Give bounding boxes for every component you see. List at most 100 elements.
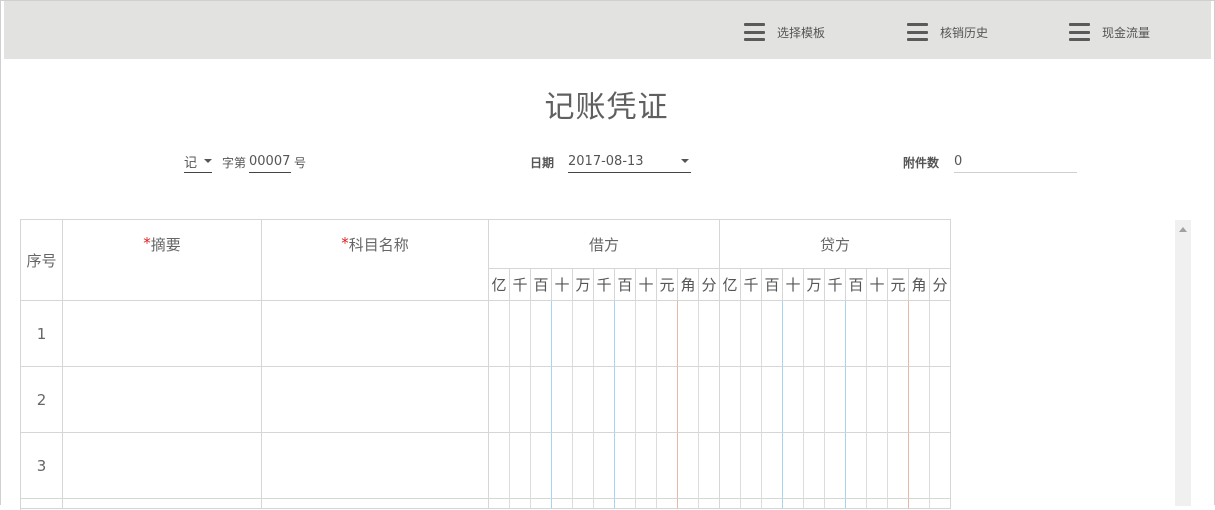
debit-amount-digit-cell[interactable] [615,367,636,433]
subject-cell[interactable] [262,301,489,367]
credit-amount-digit-cell[interactable] [720,367,741,433]
debit-amount-digit-cell[interactable] [531,433,552,499]
credit-amount-digit-cell[interactable] [804,367,825,433]
debit-amount-digit-cell[interactable] [699,301,720,367]
credit-amount-digit-cell[interactable] [888,433,909,499]
debit-amount-digit-cell[interactable] [594,433,615,499]
debit-amount-digit-cell[interactable] [510,301,531,367]
debit-amount-digit-cell[interactable] [699,499,720,509]
credit-amount-digit-cell[interactable] [846,301,867,367]
debit-amount-digit-cell[interactable] [636,433,657,499]
credit-amount-digit-cell[interactable] [783,499,804,509]
debit-amount-digit-cell[interactable] [699,367,720,433]
debit-amount-digit-cell[interactable] [531,301,552,367]
voucher-word-select[interactable]: 记 [184,152,213,173]
credit-amount-digit-cell[interactable] [930,433,951,499]
debit-amount-digit-cell[interactable] [657,499,678,509]
credit-amount-digit-cell[interactable] [762,301,783,367]
cash-flow-button[interactable]: 现金流量 [1069,21,1150,43]
credit-amount-digit-cell[interactable] [804,499,825,509]
credit-amount-digit-cell[interactable] [846,499,867,509]
subject-cell[interactable] [262,367,489,433]
select-template-button[interactable]: 选择模板 [744,21,825,43]
debit-amount-digit-cell[interactable] [678,433,699,499]
credit-amount-digit-cell[interactable] [846,367,867,433]
writeoff-history-button[interactable]: 核销历史 [907,21,988,43]
summary-cell[interactable] [63,433,262,499]
debit-amount-digit-cell[interactable] [594,499,615,509]
debit-amount-digit-cell[interactable] [510,367,531,433]
debit-amount-digit-cell[interactable] [699,433,720,499]
subject-cell[interactable] [262,433,489,499]
attachments-input[interactable]: 0 [954,152,1078,173]
credit-amount-digit-cell[interactable] [783,433,804,499]
debit-amount-digit-cell[interactable] [552,433,573,499]
debit-amount-digit-cell[interactable] [531,367,552,433]
credit-amount-digit-cell[interactable] [930,301,951,367]
debit-amount-digit-cell[interactable] [678,499,699,509]
summary-cell[interactable] [63,367,262,433]
credit-amount-digit-cell[interactable] [783,301,804,367]
credit-amount-digit-cell[interactable] [909,433,930,499]
debit-amount-digit-cell[interactable] [510,499,531,509]
debit-amount-digit-cell[interactable] [678,301,699,367]
summary-cell[interactable] [63,499,262,509]
credit-amount-digit-cell[interactable] [762,433,783,499]
debit-amount-digit-cell[interactable] [573,367,594,433]
scroll-up-icon[interactable] [1179,227,1187,232]
debit-amount-digit-cell[interactable] [552,499,573,509]
credit-amount-digit-cell[interactable] [720,499,741,509]
debit-amount-digit-cell[interactable] [678,367,699,433]
credit-amount-digit-cell[interactable] [804,433,825,499]
credit-amount-digit-cell[interactable] [825,433,846,499]
debit-amount-digit-cell[interactable] [594,367,615,433]
vertical-scrollbar[interactable] [1175,220,1191,506]
credit-amount-digit-cell[interactable] [825,367,846,433]
debit-amount-digit-cell[interactable] [573,499,594,509]
credit-amount-digit-cell[interactable] [741,367,762,433]
credit-amount-digit-cell[interactable] [846,433,867,499]
debit-amount-digit-cell[interactable] [489,367,510,433]
debit-amount-digit-cell[interactable] [657,433,678,499]
voucher-number-input[interactable]: 00007 [249,152,292,173]
credit-amount-digit-cell[interactable] [867,301,888,367]
credit-amount-digit-cell[interactable] [804,301,825,367]
credit-amount-digit-cell[interactable] [909,367,930,433]
subject-cell[interactable] [262,499,489,509]
credit-amount-digit-cell[interactable] [762,499,783,509]
credit-amount-digit-cell[interactable] [762,367,783,433]
debit-amount-digit-cell[interactable] [573,301,594,367]
credit-amount-digit-cell[interactable] [825,499,846,509]
debit-amount-digit-cell[interactable] [657,301,678,367]
credit-amount-digit-cell[interactable] [741,499,762,509]
debit-amount-digit-cell[interactable] [615,499,636,509]
debit-amount-digit-cell[interactable] [552,301,573,367]
date-picker[interactable]: 2017-08-13 [568,152,692,173]
debit-amount-digit-cell[interactable] [510,433,531,499]
debit-amount-digit-cell[interactable] [615,301,636,367]
credit-amount-digit-cell[interactable] [867,499,888,509]
debit-amount-digit-cell[interactable] [552,367,573,433]
debit-amount-digit-cell[interactable] [531,499,552,509]
debit-amount-digit-cell[interactable] [636,499,657,509]
debit-amount-digit-cell[interactable] [489,433,510,499]
credit-amount-digit-cell[interactable] [720,433,741,499]
credit-amount-digit-cell[interactable] [783,367,804,433]
debit-amount-digit-cell[interactable] [573,433,594,499]
debit-amount-digit-cell[interactable] [636,367,657,433]
credit-amount-digit-cell[interactable] [867,367,888,433]
debit-amount-digit-cell[interactable] [615,433,636,499]
summary-cell[interactable] [63,301,262,367]
debit-amount-digit-cell[interactable] [657,367,678,433]
credit-amount-digit-cell[interactable] [741,433,762,499]
debit-amount-digit-cell[interactable] [594,301,615,367]
debit-amount-digit-cell[interactable] [489,499,510,509]
credit-amount-digit-cell[interactable] [930,367,951,433]
credit-amount-digit-cell[interactable] [867,433,888,499]
credit-amount-digit-cell[interactable] [888,499,909,509]
credit-amount-digit-cell[interactable] [741,301,762,367]
debit-amount-digit-cell[interactable] [489,301,510,367]
credit-amount-digit-cell[interactable] [888,367,909,433]
credit-amount-digit-cell[interactable] [825,301,846,367]
credit-amount-digit-cell[interactable] [930,499,951,509]
